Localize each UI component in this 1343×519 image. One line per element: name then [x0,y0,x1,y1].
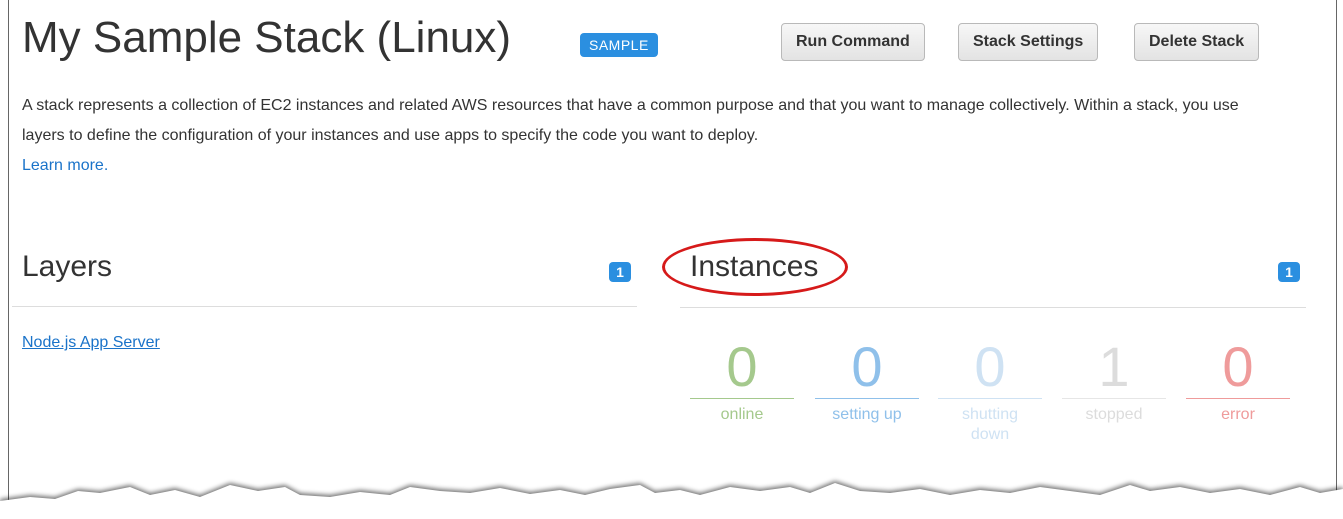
stat-shutting-down[interactable]: 0 shutting down [938,336,1042,445]
stat-stopped-label: stopped [1085,406,1143,423]
stat-stopped-value: 1 [1098,335,1130,398]
stat-error[interactable]: 0 error [1186,336,1290,425]
stat-stopped[interactable]: 1 stopped [1062,336,1166,425]
stat-error-value: 0 [1222,335,1254,398]
layers-divider [12,306,637,307]
page-title: My Sample Stack (Linux) [22,13,512,62]
layer-item-nodejs-app-server[interactable]: Node.js App Server [22,334,160,352]
stat-online-label: online [720,406,764,423]
instances-count-badge: 1 [1278,262,1300,282]
annotation-circle [662,238,848,296]
stat-online-line [690,398,794,399]
stat-setting-up[interactable]: 0 setting up [815,336,919,425]
stat-setting-up-line [815,398,919,399]
stat-setting-up-label: setting up [832,406,902,423]
stat-error-label: error [1221,406,1255,423]
stat-error-line [1186,398,1290,399]
layers-count-badge: 1 [609,262,631,282]
description-text: A stack represents a collection of EC2 i… [22,97,1239,144]
layers-title: Layers [22,250,113,283]
run-command-button[interactable]: Run Command [781,23,925,61]
stat-stopped-line [1062,398,1166,399]
stat-shutting-down-line [938,398,1042,399]
stat-online[interactable]: 0 online [690,336,794,425]
instances-divider [680,307,1306,308]
stack-settings-button[interactable]: Stack Settings [958,23,1099,61]
stat-online-value: 0 [726,335,758,398]
torn-edge [0,481,1343,519]
stat-shutting-down-value: 0 [974,335,1006,398]
stat-setting-up-value: 0 [851,335,883,398]
stat-shutting-down-label: shutting down [961,406,1019,443]
stack-description: A stack represents a collection of EC2 i… [22,91,1272,181]
sample-badge: SAMPLE [580,33,658,57]
delete-stack-button[interactable]: Delete Stack [1134,23,1260,61]
learn-more-link[interactable]: Learn more. [22,157,108,174]
